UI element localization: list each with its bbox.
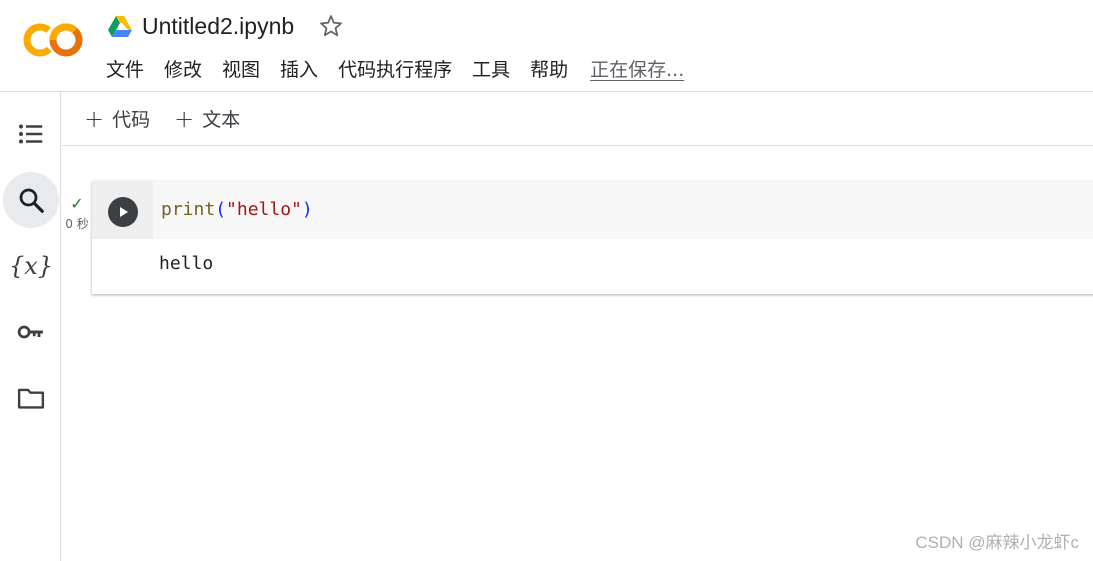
key-icon <box>17 325 43 339</box>
table-of-contents-icon <box>19 124 43 144</box>
secrets-button[interactable] <box>3 304 59 360</box>
plus-icon: + <box>174 104 195 133</box>
code-token-paren: ( <box>215 199 227 220</box>
menu-runtime[interactable]: 代码执行程序 <box>338 56 452 84</box>
variables-button[interactable]: {𝑥} <box>3 238 59 294</box>
cell-output: hello <box>159 253 214 274</box>
execution-time: 0 秒 <box>65 217 89 231</box>
notebook-title[interactable]: Untitled2.ipynb <box>142 13 294 40</box>
add-text-button[interactable]: + 文本 <box>174 105 240 132</box>
code-editor[interactable]: print("hello") <box>161 199 313 221</box>
code-token-function: print <box>161 199 216 220</box>
add-text-label: 文本 <box>202 109 241 131</box>
code-token-paren: ) <box>301 199 313 220</box>
star-outline-icon[interactable] <box>318 13 344 39</box>
execution-status: ✓ 0 秒 <box>62 196 92 232</box>
code-cell[interactable]: print("hello") hello <box>92 181 1093 294</box>
add-code-button[interactable]: + 代码 <box>84 105 150 132</box>
add-code-label: 代码 <box>112 109 151 131</box>
menu-bar: 文件 修改 视图 插入 代码执行程序 工具 帮助 正在保存... <box>106 56 684 84</box>
files-button[interactable] <box>3 370 59 426</box>
left-sidebar: {𝑥} <box>0 92 61 561</box>
code-token-string: "hello" <box>226 199 302 220</box>
watermark: CSDN @麻辣小龙虾c <box>915 533 1079 552</box>
search-icon <box>19 188 44 213</box>
colab-logo <box>23 23 83 57</box>
title-row: Untitled2.ipynb <box>108 10 344 42</box>
plus-icon: + <box>84 104 105 133</box>
notebook-toolbar: + 代码 + 文本 <box>62 92 1093 146</box>
run-cell-button[interactable] <box>108 197 138 227</box>
menu-view[interactable]: 视图 <box>222 56 260 84</box>
google-drive-icon <box>108 16 132 37</box>
menu-edit[interactable]: 修改 <box>164 56 202 84</box>
cell-input[interactable]: print("hello") <box>92 181 1093 239</box>
variables-icon: {𝑥} <box>8 252 54 280</box>
menu-help[interactable]: 帮助 <box>530 56 568 84</box>
search-button[interactable] <box>3 172 59 228</box>
run-gutter <box>92 181 153 239</box>
menu-tools[interactable]: 工具 <box>472 56 510 84</box>
play-icon <box>120 207 128 217</box>
check-icon: ✓ <box>70 194 84 213</box>
table-of-contents-button[interactable] <box>3 106 59 162</box>
save-status[interactable]: 正在保存... <box>590 56 684 84</box>
menu-insert[interactable]: 插入 <box>280 56 318 84</box>
folder-icon <box>17 388 45 409</box>
menu-file[interactable]: 文件 <box>106 56 144 84</box>
